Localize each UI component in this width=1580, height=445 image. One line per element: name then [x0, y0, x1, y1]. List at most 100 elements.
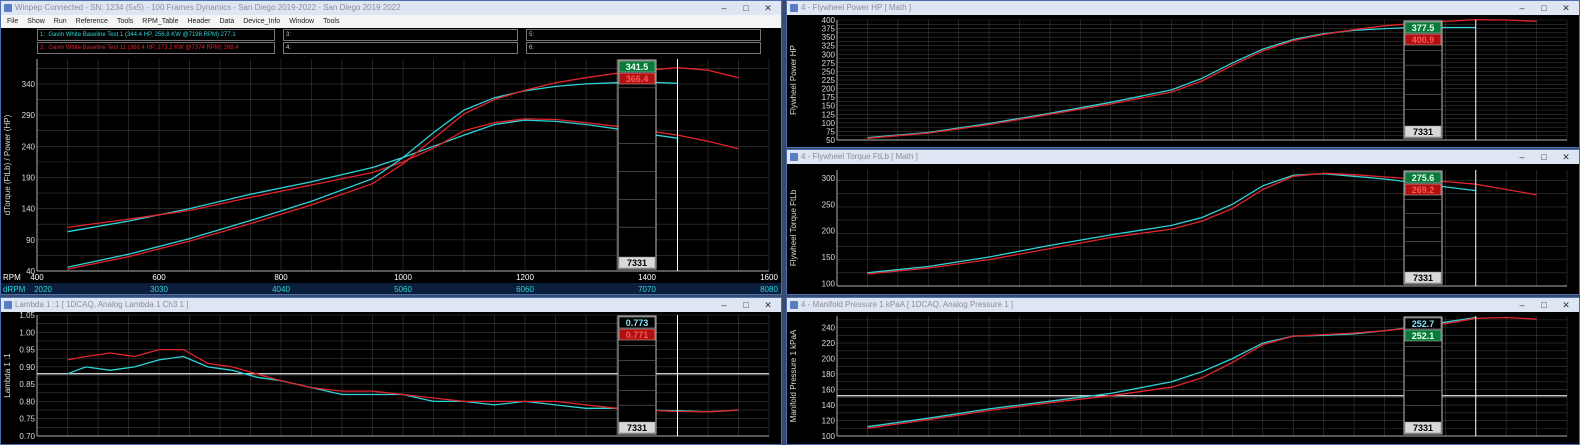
y-tick-label: 0.95	[19, 346, 35, 355]
menu-window[interactable]: Window	[289, 15, 314, 28]
menu-show[interactable]: Show	[27, 15, 45, 28]
manifold-pressure-chart[interactable]: 100 120 140 160 180 200 220 240 Manifold Pressur…	[787, 312, 1580, 445]
menu-run[interactable]: Run	[54, 15, 67, 28]
y-tick-label: 75	[826, 127, 835, 136]
x-tick-label: 1600	[760, 273, 778, 282]
maximize-button[interactable]: □	[1533, 150, 1555, 164]
fp-title-bar[interactable]: 4 - Flywheel Power HP [ Math ] – □ ✕	[787, 1, 1579, 15]
y-tick-label: 50	[826, 136, 835, 145]
y-tick-label: 400	[822, 16, 836, 25]
readout-value: 252.7	[1412, 319, 1435, 329]
flywheel-torque-chart[interactable]: 100 150 200 250 300 Flywheel Torque FtLb 275.6…	[787, 164, 1580, 295]
y-tick-label: 300	[822, 174, 836, 183]
menu-rpm-table[interactable]: RPM_Table	[142, 15, 178, 28]
y-tick-label: 190	[22, 173, 36, 182]
flywheel-torque-window: 4 - Flywheel Torque FtLb [ Math ] – □ ✕ …	[786, 149, 1580, 295]
rpm-readout-value: 7331	[627, 258, 647, 268]
y-axis-label: Manifold Pressure 1 kPaA	[789, 329, 798, 422]
flywheel-power-window: 4 - Flywheel Power HP [ Math ] – □ ✕ 50 7…	[786, 0, 1580, 148]
y-tick-label: 220	[822, 339, 836, 348]
y-axis-label: dTorque (FtLb) / Power (HP)	[3, 114, 12, 215]
torque-power-chart[interactable]: 4090140190240290340dTorque (FtLb) / Powe…	[1, 56, 782, 295]
y-tick-label: 100	[822, 432, 836, 441]
legend-slot-5[interactable]: 5:	[526, 29, 761, 41]
y-tick-label: 375	[822, 25, 836, 34]
minimize-button[interactable]: –	[1511, 298, 1533, 312]
menu-header[interactable]: Header	[187, 15, 210, 28]
legend-run-1-text: Gavin White Baseline Test 1 (344.4 HP, 2…	[48, 32, 236, 38]
x-tick-label: 1000	[394, 273, 412, 282]
ft-title-bar[interactable]: 4 - Flywheel Torque FtLb [ Math ] – □ ✕	[787, 150, 1579, 164]
legend-run-2[interactable]: 2: Gavin White Baseline Test 11 (366.4 H…	[37, 42, 275, 54]
y-tick-label: 240	[22, 142, 36, 151]
legend-slot-4[interactable]: 4:	[283, 42, 518, 54]
x-tick-label: 1200	[516, 273, 534, 282]
drpm-label: dRPM	[3, 285, 26, 294]
chart-icon	[790, 153, 798, 161]
menu-data[interactable]: Data	[219, 15, 234, 28]
y-tick-label: 100	[822, 119, 836, 128]
close-button[interactable]: ✕	[1555, 150, 1577, 164]
drpm-tick-label: 5060	[394, 285, 412, 294]
close-button[interactable]: ✕	[1555, 1, 1577, 15]
legend-slot-6[interactable]: 6:	[526, 42, 761, 54]
x-tick-label: 800	[274, 273, 288, 282]
y-tick-label: 140	[822, 401, 836, 410]
menu-tools-2[interactable]: Tools	[323, 15, 339, 28]
y-tick-label: 0.75	[19, 415, 35, 424]
y-tick-label: 325	[822, 42, 836, 51]
minimize-button[interactable]: –	[1511, 1, 1533, 15]
legend-run-1[interactable]: 1: Gavin White Baseline Test 1 (344.4 HP…	[37, 29, 275, 41]
menu-tools[interactable]: Tools	[117, 15, 133, 28]
x-tick-label: 400	[30, 273, 44, 282]
y-tick-label: 0.70	[19, 432, 35, 441]
lambda-title-bar[interactable]: Lambda 1 :1 [ 1DCAQ, Analog Lambda 1 Ch3…	[1, 298, 781, 312]
chart-icon	[790, 301, 798, 309]
y-tick-label: 200	[822, 355, 836, 364]
y-tick-label: 150	[822, 102, 836, 111]
drpm-tick-label: 3030	[150, 285, 168, 294]
minimize-button[interactable]: –	[713, 1, 735, 15]
y-tick-label: 250	[822, 200, 836, 209]
y-axis-label: Lambda 1 :1	[3, 353, 12, 398]
y-tick-label: 200	[822, 227, 836, 236]
drpm-tick-label: 7070	[638, 285, 656, 294]
y-tick-label: 120	[822, 417, 836, 426]
readout-value: 0.771	[626, 330, 649, 340]
y-tick-label: 290	[22, 111, 36, 120]
x-tick-label: 1400	[638, 273, 656, 282]
close-button[interactable]: ✕	[757, 298, 779, 312]
chart-icon	[790, 4, 798, 12]
menu-reference[interactable]: Reference	[76, 15, 108, 28]
torque-power-window: Winpep Connected - SN: 1234 (5x5) - 100 …	[0, 0, 782, 295]
y-tick-label: 240	[822, 324, 836, 333]
y-tick-label: 250	[822, 67, 836, 76]
readout-value: 366.4	[626, 74, 649, 84]
flywheel-power-chart[interactable]: 5075100125150175200225250275300325350375…	[787, 15, 1580, 148]
menu-device-info[interactable]: Device_Info	[243, 15, 280, 28]
mp-title-bar[interactable]: 4 - Manifold Pressure 1 kPaA [ 1DCAQ, An…	[787, 298, 1579, 312]
menu-file[interactable]: File	[7, 15, 18, 28]
y-tick-label: 0.90	[19, 363, 35, 372]
maximize-button[interactable]: □	[1533, 1, 1555, 15]
close-button[interactable]: ✕	[1555, 298, 1577, 312]
rpm-readout-value: 7331	[1413, 423, 1433, 433]
maximize-button[interactable]: □	[735, 298, 757, 312]
y-tick-label: 140	[22, 205, 36, 214]
main-title: Winpep Connected - SN: 1234 (5x5) - 100 …	[15, 3, 401, 12]
y-tick-label: 180	[822, 370, 836, 379]
minimize-button[interactable]: –	[713, 298, 735, 312]
lambda-chart[interactable]: 0.70 0.75 0.80 0.85 0.90 0.95 1.00 1.05 Lambda 1…	[1, 312, 782, 445]
close-button[interactable]: ✕	[757, 1, 779, 15]
maximize-button[interactable]: □	[735, 1, 757, 15]
main-title-bar[interactable]: Winpep Connected - SN: 1234 (5x5) - 100 …	[1, 1, 781, 15]
y-tick-label: 175	[822, 93, 836, 102]
minimize-button[interactable]: –	[1511, 150, 1533, 164]
readout-value: 377.5	[1412, 23, 1435, 33]
y-tick-label: 275	[822, 59, 836, 68]
drpm-row	[1, 283, 781, 294]
x-tick-label: 600	[152, 273, 166, 282]
y-tick-label: 100	[822, 279, 836, 288]
maximize-button[interactable]: □	[1533, 298, 1555, 312]
legend-slot-3[interactable]: 3:	[283, 29, 518, 41]
